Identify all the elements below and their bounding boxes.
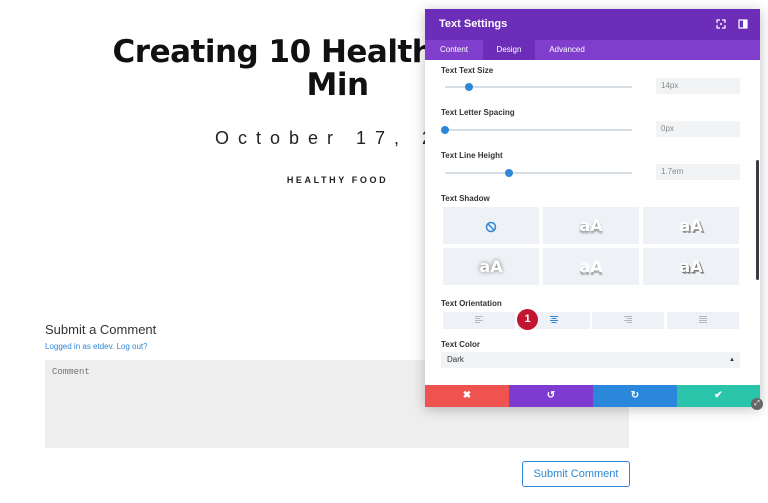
modal-tabs: Content Design Advanced bbox=[425, 40, 760, 60]
comment-heading: Submit a Comment bbox=[45, 322, 157, 337]
sidebar-toggle-icon[interactable] bbox=[738, 19, 748, 29]
align-right-option[interactable] bbox=[592, 312, 664, 329]
expand-icon[interactable] bbox=[716, 19, 726, 29]
align-left-icon bbox=[475, 316, 483, 323]
text-size-input[interactable]: 14px bbox=[656, 78, 740, 94]
modal-scrollbar[interactable] bbox=[756, 160, 759, 280]
align-justify-option[interactable] bbox=[667, 312, 739, 329]
line-height-slider[interactable] bbox=[445, 169, 632, 177]
text-size-slider-thumb[interactable] bbox=[465, 83, 473, 91]
text-settings-modal: Text Settings Content Design Advanced Te… bbox=[425, 9, 760, 407]
shadow-option-5[interactable]: aA bbox=[543, 248, 639, 285]
shadow-option-3[interactable]: aA bbox=[643, 207, 739, 244]
text-color-select[interactable]: Dark ▲ bbox=[441, 352, 740, 368]
step-badge: 1 bbox=[517, 309, 538, 330]
text-shadow-label: Text Shadow bbox=[441, 194, 490, 203]
shadow-option-2[interactable]: aA bbox=[543, 207, 639, 244]
select-arrows-icon: ▲ bbox=[729, 357, 735, 363]
redo-button[interactable]: ↻ bbox=[593, 385, 677, 407]
cancel-icon: ✖ bbox=[462, 390, 472, 401]
tab-content[interactable]: Content bbox=[425, 40, 483, 60]
shadow-option-4[interactable]: aA bbox=[443, 248, 539, 285]
shadow-none-option[interactable] bbox=[443, 207, 539, 244]
letter-spacing-slider-thumb[interactable] bbox=[441, 126, 449, 134]
shadow-option-6[interactable]: aA bbox=[643, 248, 739, 285]
letter-spacing-input[interactable]: 0px bbox=[656, 121, 740, 137]
redo-icon: ↻ bbox=[630, 390, 640, 401]
text-shadow-options: aA aA aA aA aA bbox=[443, 207, 739, 285]
align-right-icon bbox=[624, 316, 632, 323]
logged-in-link[interactable]: Logged in as etdev. Log out? bbox=[45, 342, 148, 351]
undo-icon: ↺ bbox=[546, 390, 556, 401]
modal-footer: ✖ ↺ ↻ ✔ bbox=[425, 385, 760, 407]
line-height-input[interactable]: 1.7em bbox=[656, 164, 740, 180]
text-orientation-label: Text Orientation bbox=[441, 299, 502, 308]
save-button[interactable]: ✔ bbox=[677, 385, 760, 407]
letter-spacing-slider[interactable] bbox=[441, 126, 632, 134]
cancel-button[interactable]: ✖ bbox=[425, 385, 509, 407]
letter-spacing-label: Text Letter Spacing bbox=[441, 108, 515, 117]
align-left-option[interactable] bbox=[443, 312, 515, 329]
text-color-label: Text Color bbox=[441, 340, 480, 349]
tab-advanced[interactable]: Advanced bbox=[535, 40, 599, 60]
modal-body[interactable]: Text Text Size 14px Text Letter Spacing … bbox=[425, 60, 760, 385]
resize-handle-icon[interactable]: ⤢ bbox=[751, 398, 763, 410]
text-orientation-options bbox=[443, 312, 739, 329]
tab-design[interactable]: Design bbox=[483, 40, 535, 60]
text-size-label: Text Text Size bbox=[441, 66, 494, 75]
align-justify-icon bbox=[699, 316, 707, 323]
line-height-label: Text Line Height bbox=[441, 151, 503, 160]
modal-header: Text Settings bbox=[425, 9, 760, 40]
text-size-slider[interactable] bbox=[445, 83, 632, 91]
modal-title: Text Settings bbox=[439, 18, 508, 30]
save-check-icon: ✔ bbox=[714, 390, 723, 401]
align-center-icon bbox=[550, 316, 558, 323]
no-shadow-icon bbox=[485, 221, 497, 232]
text-color-value: Dark bbox=[447, 355, 464, 364]
submit-comment-button[interactable]: Submit Comment bbox=[522, 461, 630, 487]
undo-button[interactable]: ↺ bbox=[509, 385, 593, 407]
line-height-slider-thumb[interactable] bbox=[505, 169, 513, 177]
